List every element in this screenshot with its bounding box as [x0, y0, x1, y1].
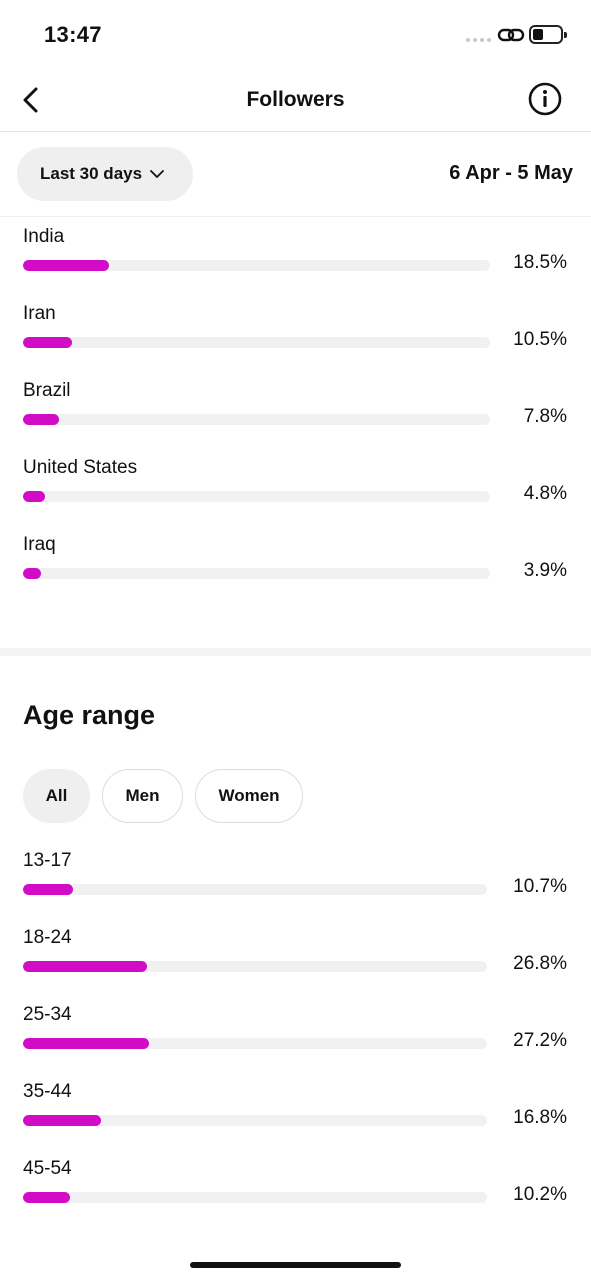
- bar-percentage: 4.8%: [523, 483, 567, 504]
- bar-fill: [23, 568, 42, 579]
- date-range-text: 6 Apr - 5 May: [449, 162, 573, 184]
- date-range-dropdown[interactable]: Last 30 days: [17, 147, 193, 201]
- bar-percentage: 10.5%: [513, 329, 567, 350]
- list-item: Iraq 3.9%: [0, 534, 591, 611]
- bar-track: [23, 884, 487, 895]
- chevron-down-icon: [150, 170, 164, 178]
- bar-fill: [23, 1192, 71, 1203]
- bar-percentage: 7.8%: [523, 406, 567, 427]
- bar-label: 45-54: [23, 1158, 72, 1179]
- status-time: 13:47: [44, 22, 102, 47]
- header: Followers: [0, 70, 591, 132]
- bar-track: [23, 961, 487, 972]
- bar-label: India: [23, 226, 65, 247]
- bar-label: Iraq: [23, 534, 56, 555]
- section-divider: [0, 648, 591, 656]
- filter-row: Last 30 days 6 Apr - 5 May: [0, 132, 591, 217]
- bar-fill: [23, 1038, 150, 1049]
- list-item: 13-17 10.7%: [0, 850, 591, 927]
- bar-label: Brazil: [23, 380, 71, 401]
- bar-label: 25-34: [23, 1004, 72, 1025]
- bar-label: 18-24: [23, 927, 72, 948]
- bar-track: [23, 1038, 487, 1049]
- bar-label: Iran: [23, 303, 56, 324]
- list-item: Brazil 7.8%: [0, 380, 591, 457]
- bar-percentage: 10.7%: [513, 876, 567, 897]
- bar-label: United States: [23, 457, 138, 478]
- bar-fill: [23, 491, 46, 502]
- bar-track: [23, 1115, 487, 1126]
- bar-percentage: 10.2%: [513, 1184, 567, 1205]
- page-title: Followers: [246, 88, 345, 111]
- list-item: United States 4.8%: [0, 457, 591, 534]
- list-item: Iran 10.5%: [0, 303, 591, 380]
- link-icon: [497, 28, 525, 42]
- bar-percentage: 26.8%: [513, 953, 567, 974]
- list-item: 35-44 16.8%: [0, 1081, 591, 1158]
- bar-track: [23, 337, 490, 348]
- list-item: India 18.5%: [0, 226, 591, 303]
- info-icon[interactable]: [527, 81, 563, 117]
- bar-label: 13-17: [23, 850, 72, 871]
- list-item: 25-34 27.2%: [0, 1004, 591, 1081]
- list-item: 18-24 26.8%: [0, 927, 591, 1004]
- bar-percentage: 3.9%: [523, 560, 567, 581]
- gender-tabs: All Men Women: [23, 769, 303, 823]
- bar-track: [23, 1192, 487, 1203]
- bar-percentage: 18.5%: [513, 252, 567, 273]
- bar-fill: [23, 260, 110, 271]
- bar-track: [23, 260, 490, 271]
- age-range-title: Age range: [23, 700, 156, 730]
- battery-icon: [529, 25, 563, 44]
- list-item: 45-54 10.2%: [0, 1158, 591, 1235]
- home-indicator: [190, 1262, 401, 1268]
- bar-fill: [23, 961, 148, 972]
- bar-fill: [23, 884, 73, 895]
- tab-all[interactable]: All: [23, 769, 90, 823]
- bar-fill: [23, 1115, 101, 1126]
- signal-icon: [466, 38, 491, 42]
- bar-track: [23, 414, 490, 425]
- bar-fill: [23, 337, 73, 348]
- bar-label: 35-44: [23, 1081, 72, 1102]
- tab-men[interactable]: Men: [102, 769, 183, 823]
- date-range-dropdown-label: Last 30 days: [40, 164, 143, 183]
- bar-percentage: 16.8%: [513, 1107, 567, 1128]
- status-bar: 13:47: [0, 0, 591, 70]
- bar-fill: [23, 414, 60, 425]
- bar-track: [23, 491, 490, 502]
- bar-percentage: 27.2%: [513, 1030, 567, 1051]
- bar-track: [23, 568, 490, 579]
- tab-women[interactable]: Women: [195, 769, 303, 823]
